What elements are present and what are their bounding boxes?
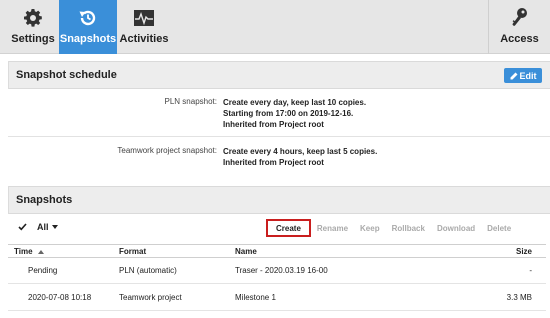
schedule-line: Inherited from Project root xyxy=(223,158,324,167)
schedule-header: Snapshot schedule Edit xyxy=(9,61,550,89)
column-size[interactable]: Size xyxy=(516,247,532,256)
activities-tab[interactable]: Activities xyxy=(117,0,171,54)
row-name: Milestone 1 xyxy=(235,293,276,302)
filter-value: All xyxy=(37,222,58,232)
caret-down-icon xyxy=(51,225,58,229)
schedule-divider xyxy=(8,136,550,137)
rollback-button[interactable]: Rollback xyxy=(386,219,431,237)
sort-asc-icon xyxy=(37,250,44,254)
access-tab[interactable]: Access xyxy=(488,0,550,54)
column-format[interactable]: Format xyxy=(119,247,146,256)
edit-button-label: Edit xyxy=(519,70,537,81)
snapshots-header: Snapshots xyxy=(9,186,550,214)
keep-button[interactable]: Keep xyxy=(354,219,386,237)
schedule-line: Inherited from Project root xyxy=(223,120,324,129)
delete-button[interactable]: Delete xyxy=(481,219,517,237)
activities-tab-label: Activities xyxy=(119,33,169,45)
schedule-line: Create every day, keep last 10 copies. xyxy=(223,98,367,107)
pencil-icon xyxy=(510,72,517,79)
snapshots-tab-label: Snapshots xyxy=(59,33,117,45)
schedule-key: PLN snapshot: xyxy=(164,97,217,106)
checkmark-icon xyxy=(18,223,27,231)
table-row[interactable]: Pending PLN (automatic) Traser - 2020.03… xyxy=(8,258,546,284)
snapshots-title: Snapshots xyxy=(16,194,73,206)
schedule-line: Starting from 17:00 on 2019-12-16. xyxy=(223,109,354,118)
schedule-value: Create every 4 hours, keep last 5 copies… xyxy=(223,146,377,168)
settings-tab[interactable]: Settings xyxy=(8,0,58,54)
activity-pulse-icon xyxy=(132,6,156,30)
filter-dropdown[interactable]: All xyxy=(18,222,58,232)
table-row[interactable]: 2020-07-08 10:18 Teamwork project Milest… xyxy=(8,285,546,311)
create-button[interactable]: Create xyxy=(266,219,311,237)
column-name[interactable]: Name xyxy=(235,247,257,256)
schedule-title: Snapshot schedule xyxy=(16,69,117,81)
row-size: - xyxy=(529,266,532,275)
rename-button[interactable]: Rename xyxy=(311,219,354,237)
schedule-value: Create every day, keep last 10 copies. S… xyxy=(223,97,366,130)
access-tab-label: Access xyxy=(500,33,539,45)
snapshot-restore-icon xyxy=(76,6,100,30)
gear-icon xyxy=(21,6,45,30)
settings-tab-label: Settings xyxy=(11,33,55,45)
snapshots-section: Snapshots xyxy=(8,186,550,214)
row-time: 2020-07-08 10:18 xyxy=(28,293,92,302)
edit-button[interactable]: Edit xyxy=(504,68,542,83)
row-time: Pending xyxy=(28,266,58,275)
row-size: 3.3 MB xyxy=(506,293,532,302)
schedule-section: Snapshot schedule Edit xyxy=(8,61,550,89)
top-toolbar: Settings Snapshots Activities Access xyxy=(0,0,550,54)
schedule-line: Create every 4 hours, keep last 5 copies… xyxy=(223,147,378,156)
row-format: Teamwork project xyxy=(119,293,182,302)
key-icon xyxy=(508,6,532,30)
row-format: PLN (automatic) xyxy=(119,266,177,275)
download-button[interactable]: Download xyxy=(431,219,481,237)
filter-label: All xyxy=(37,222,49,232)
snapshots-tab[interactable]: Snapshots xyxy=(59,0,117,54)
schedule-key: Teamwork project snapshot: xyxy=(117,146,217,155)
row-name: Traser - 2020.03.19 16-00 xyxy=(235,266,328,275)
snapshot-actions: Create Rename Keep Rollback Download Del… xyxy=(266,219,517,237)
table-header: Time Format Name Size xyxy=(8,244,546,258)
column-time[interactable]: Time xyxy=(14,247,44,256)
column-time-label: Time xyxy=(14,247,33,256)
